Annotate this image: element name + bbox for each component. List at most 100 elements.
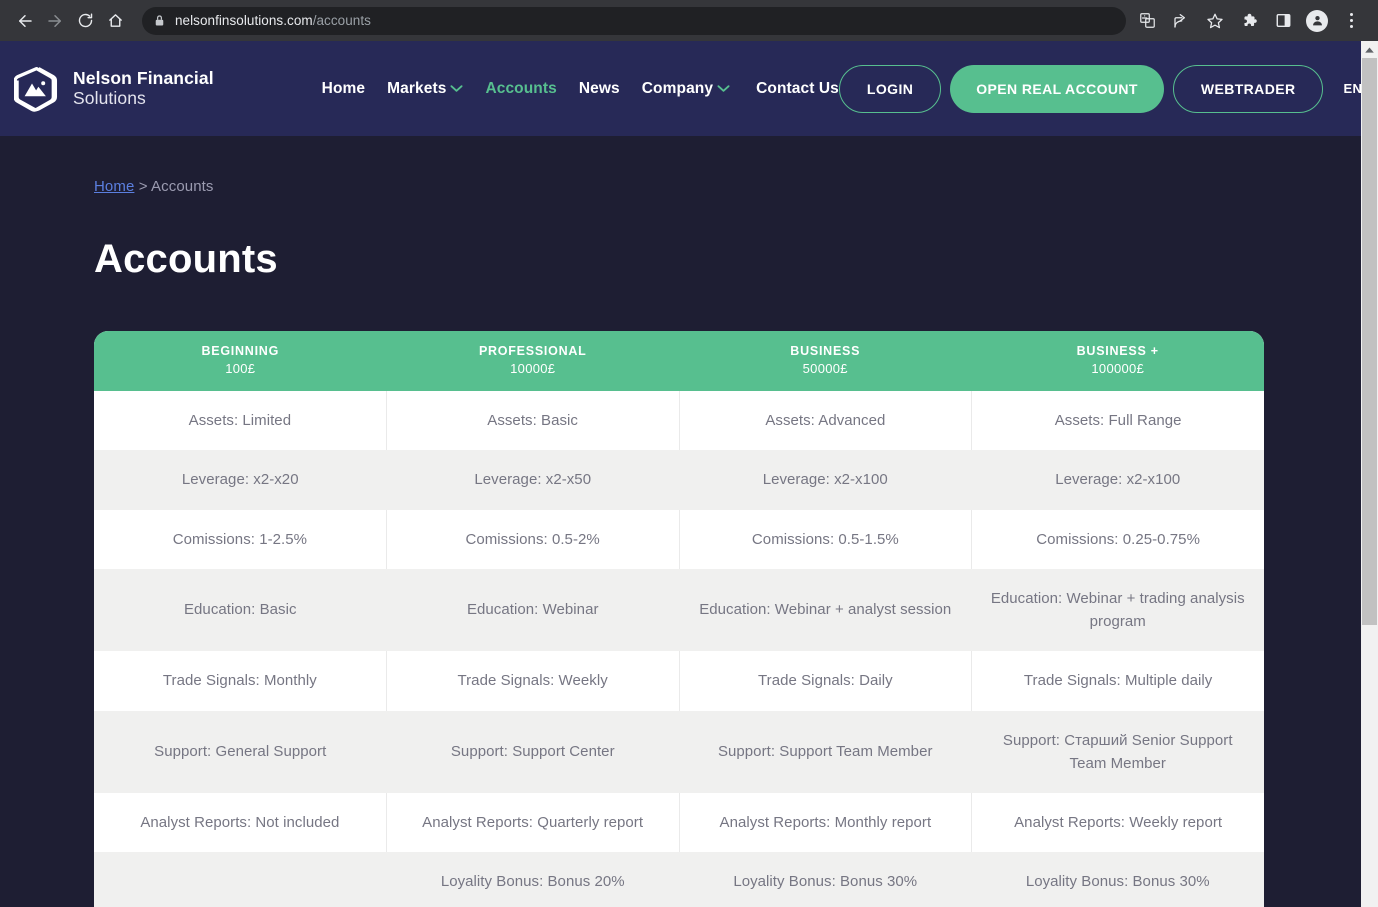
breadcrumb: Home > Accounts [94, 178, 1284, 195]
column-name: BUSINESS + [1076, 344, 1159, 359]
table-row: Loyality Bonus: Bonus 20% Loyality Bonus… [94, 852, 1264, 907]
header-actions: LOGIN OPEN REAL ACCOUNT WEBTRADER EN [838, 64, 1378, 113]
nav-item-accounts[interactable]: Accounts [485, 80, 556, 98]
column-name: BUSINESS [790, 344, 861, 359]
browser-toolbar: nelsonfinsolutions.com/accounts [0, 0, 1378, 41]
hexagon-mountain-logo-icon [13, 64, 59, 114]
extensions-puzzle-icon[interactable] [1234, 6, 1264, 36]
table-cell: Loyality Bonus: Bonus 30% [733, 873, 918, 891]
nav-item-home[interactable]: Home [322, 80, 365, 98]
bookmark-star-icon[interactable] [1200, 6, 1230, 36]
table-cell [94, 852, 387, 907]
accounts-pricing-table: BEGINNING 100£ PROFESSIONAL 10000£ BUSIN… [94, 331, 1264, 907]
nav-item-news[interactable]: News [579, 80, 620, 98]
back-icon[interactable] [10, 6, 40, 36]
table-cell: Analyst Reports: Weekly report [971, 793, 1264, 853]
table-cell: Leverage: x2-x20 [181, 471, 299, 489]
brand-name-line2: Solutions [73, 87, 146, 108]
table-cell: Trade Signals: Multiple daily [971, 651, 1264, 711]
address-bar[interactable]: nelsonfinsolutions.com/accounts [142, 6, 1126, 35]
language-label: EN [1343, 81, 1363, 96]
table-row: Trade Signals: Monthly Trade Signals: We… [94, 651, 1264, 711]
page-viewport: Nelson Financial Solutions Home Markets … [0, 41, 1378, 907]
scroll-up-arrow-icon[interactable] [1361, 41, 1378, 58]
column-price: 100£ [225, 361, 256, 377]
nav-label: Markets [387, 79, 447, 97]
table-cell: Education: Webinar [466, 601, 599, 619]
share-icon[interactable] [1166, 6, 1196, 36]
chevron-down-icon [717, 84, 730, 93]
brand-logo-link[interactable]: Nelson Financial Solutions [13, 64, 214, 114]
breadcrumb-home-link[interactable]: Home [94, 178, 134, 195]
nav-item-contact-us[interactable]: Contact Us [756, 80, 839, 98]
url-path: /accounts [312, 13, 371, 28]
table-row: Assets: Limited Assets: Basic Assets: Ad… [94, 391, 1264, 451]
table-cell: Leverage: x2-x50 [474, 471, 592, 489]
profile-avatar-icon[interactable] [1302, 6, 1332, 36]
table-cell: Support: General Support [154, 743, 327, 761]
reload-icon[interactable] [70, 6, 100, 36]
table-cell: Leverage: x2-x100 [1055, 471, 1181, 489]
column-name: PROFESSIONAL [478, 344, 587, 359]
table-cell: Education: Webinar + analyst session [699, 601, 952, 619]
table-cell: Analyst Reports: Quarterly report [385, 793, 679, 853]
table-cell: Education: Webinar + trading analysis pr… [990, 589, 1245, 630]
column-price: 50000£ [802, 361, 848, 377]
page-title: Accounts [94, 237, 278, 281]
breadcrumb-separator: > [138, 178, 148, 195]
url-text: nelsonfinsolutions.com/accounts [175, 13, 371, 28]
site-header: Nelson Financial Solutions Home Markets … [0, 41, 1378, 136]
table-cell: Assets: Full Range [971, 391, 1264, 451]
table-column-header-professional: PROFESSIONAL 10000£ [387, 331, 680, 391]
table-cell: Comissions: 1-2.5% [172, 530, 308, 548]
column-name: BEGINNING [201, 344, 280, 359]
forward-icon[interactable] [40, 6, 70, 36]
browser-action-icons [1130, 6, 1368, 36]
webtrader-button[interactable]: WEBTRADER [1172, 64, 1324, 113]
table-cell: Assets: Limited [188, 412, 292, 429]
table-cell: Loyality Bonus: Bonus 30% [1025, 873, 1210, 891]
table-cell: Trade Signals: Daily [678, 651, 972, 711]
table-cell: Support: Support Team Member [717, 743, 933, 761]
column-price: 100000£ [1091, 361, 1145, 377]
open-real-account-button[interactable]: OPEN REAL ACCOUNT [950, 64, 1164, 113]
nav-item-markets[interactable]: Markets [387, 80, 463, 98]
table-cell: Loyality Bonus: Bonus 20% [440, 873, 625, 891]
table-row: Comissions: 1-2.5% Comissions: 0.5-2% Co… [94, 509, 1264, 569]
nav-label: News [578, 79, 620, 97]
lock-icon [154, 14, 165, 27]
table-cell: Assets: Advanced [678, 391, 972, 451]
nav-label: Company [641, 79, 714, 97]
nav-label: Accounts [485, 79, 557, 97]
overflow-menu-icon[interactable] [1336, 6, 1366, 36]
table-cell: Analyst Reports: Not included [140, 814, 340, 831]
table-row: Analyst Reports: Not included Analyst Re… [94, 793, 1264, 853]
table-cell: Leverage: x2-x100 [762, 471, 888, 489]
table-column-header-business: BUSINESS 50000£ [679, 331, 972, 391]
table-row: Leverage: x2-x20 Leverage: x2-x50 Levera… [94, 450, 1264, 510]
table-cell: Comissions: 0.25-0.75% [971, 509, 1264, 569]
translate-icon[interactable] [1132, 6, 1162, 36]
sidepanel-icon[interactable] [1268, 6, 1298, 36]
page-scrollbar[interactable] [1361, 41, 1378, 907]
table-row: Support: General Support Support: Suppor… [94, 710, 1264, 793]
table-header-row: BEGINNING 100£ PROFESSIONAL 10000£ BUSIN… [94, 331, 1264, 391]
table-cell: Support: Старший Senior Support Team Mem… [1002, 731, 1233, 772]
table-cell: Assets: Basic [385, 391, 679, 451]
scrollbar-thumb[interactable] [1362, 58, 1377, 625]
table-row: Education: Basic Education: Webinar Educ… [94, 568, 1264, 652]
brand-name-line1: Nelson Financial [73, 67, 214, 88]
table-cell: Education: Basic [183, 601, 297, 619]
column-price: 10000£ [510, 361, 556, 377]
table-cell: Comissions: 0.5-1.5% [678, 509, 972, 569]
nav-item-company[interactable]: Company [642, 80, 730, 98]
nav-label: Home [321, 79, 366, 97]
table-column-header-beginning: BEGINNING 100£ [94, 331, 387, 391]
table-cell: Trade Signals: Weekly [385, 651, 679, 711]
chevron-down-icon [450, 84, 463, 93]
page-content: Home > Accounts Accounts BEGINNING 100£ … [0, 178, 1378, 907]
table-cell: Support: Support Center [450, 743, 615, 761]
brand-text: Nelson Financial Solutions [73, 67, 214, 108]
home-icon[interactable] [100, 6, 130, 36]
login-button[interactable]: LOGIN [838, 64, 942, 113]
